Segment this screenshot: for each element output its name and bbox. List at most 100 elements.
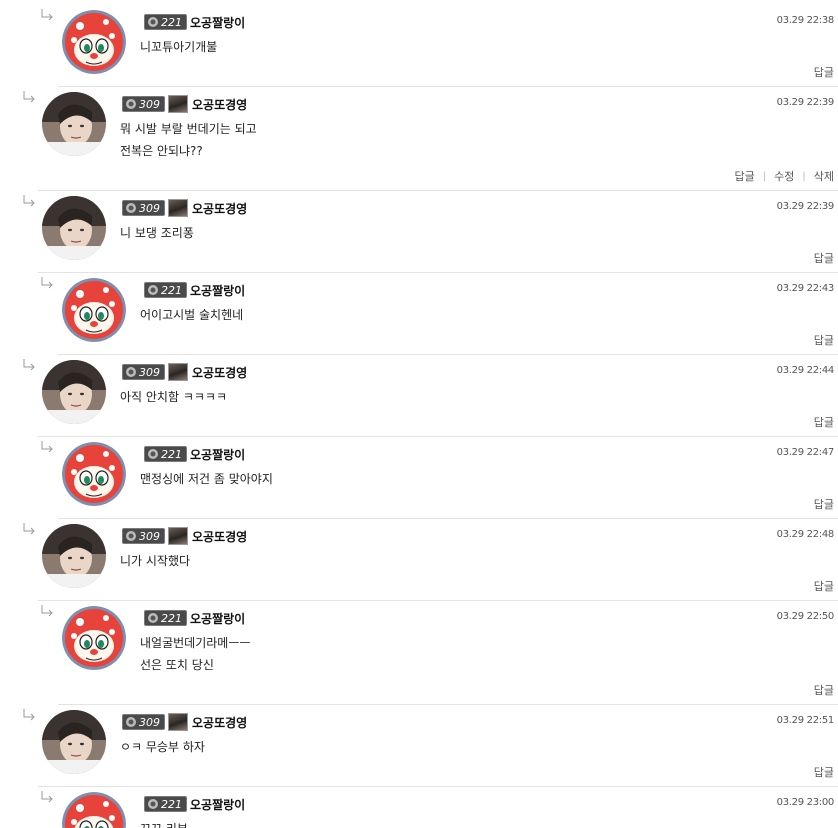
reply-arrow-icon — [22, 195, 36, 207]
nickname[interactable]: 오공짤랑이 — [190, 796, 245, 813]
edit-button[interactable]: 수정 — [774, 168, 794, 184]
reply-button[interactable]: 답글 — [814, 578, 834, 594]
shield-icon — [147, 612, 159, 624]
comment-line: ㅇㅋ 무승부 하자 — [120, 740, 205, 754]
comment-line: 전복은 안되냐?? — [120, 144, 203, 158]
timestamp: 03.29 23:00 — [776, 797, 835, 808]
reply-arrow-icon — [22, 359, 36, 371]
nickname[interactable]: 오공짤랑이 — [190, 14, 245, 31]
reply-button[interactable]: 답글 — [814, 764, 834, 780]
shield-icon — [147, 284, 159, 296]
reply-button[interactable]: 답글 — [814, 414, 834, 430]
comment-meta: 221 오공짤랑이 — [144, 609, 245, 627]
comment-text: 꼬꼬 리부 — [140, 818, 188, 828]
comment-actions: 답글 — [814, 250, 834, 266]
comment-item: 309 오공또경영 03.29 22:51 ㅇㅋ 무승부 하자 답글 — [23, 705, 838, 787]
comment-meta: 221 오공짤랑이 — [144, 445, 245, 463]
comment-text: 니꼬튜아기개불 — [140, 36, 217, 58]
nickname[interactable]: 오공또경영 — [192, 528, 247, 545]
comment-item: 221 오공짤랑이 03.29 22:43 어이고시벌 술치헨네 답글 — [41, 273, 838, 355]
avatar[interactable] — [62, 10, 126, 74]
nickname[interactable]: 오공짤랑이 — [190, 446, 245, 463]
level-badge: 221 — [144, 610, 187, 626]
comment-line: 내얼굴번데기라메ㅡㅡ — [140, 636, 251, 650]
reply-button[interactable]: 답글 — [814, 250, 834, 266]
shield-icon — [125, 530, 137, 542]
comment-text: 아직 안치함 ㅋㅋㅋㅋ — [120, 386, 227, 408]
comment-meta: 309 오공또경영 — [122, 95, 247, 113]
timestamp: 03.29 22:48 — [776, 529, 835, 540]
comment-text: ㅇㅋ 무승부 하자 — [120, 736, 205, 758]
shield-icon — [125, 366, 137, 378]
comment-meta: 221 오공짤랑이 — [144, 13, 245, 31]
user-icon-photo — [168, 713, 188, 731]
timestamp: 03.29 22:50 — [776, 611, 835, 622]
user-icon-photo — [168, 363, 188, 381]
comment-meta: 221 오공짤랑이 — [144, 795, 245, 813]
reply-arrow-icon — [40, 441, 54, 453]
comment-line: 꼬꼬 리부 — [140, 818, 188, 828]
reply-button[interactable]: 답글 — [814, 64, 834, 80]
avatar[interactable] — [62, 792, 126, 828]
avatar[interactable] — [42, 360, 106, 424]
reply-arrow-icon — [40, 791, 54, 803]
avatar[interactable] — [62, 442, 126, 506]
comment-actions: 답글 — [814, 682, 834, 698]
avatar[interactable] — [42, 92, 106, 156]
reply-button[interactable]: 답글 — [814, 682, 834, 698]
shield-icon — [125, 98, 137, 110]
comment-meta: 221 오공짤랑이 — [144, 281, 245, 299]
avatar[interactable] — [42, 710, 106, 774]
avatar[interactable] — [62, 606, 126, 670]
user-icon-photo — [168, 199, 188, 217]
level-badge: 221 — [144, 796, 187, 812]
shield-icon — [147, 448, 159, 460]
reply-arrow-icon — [40, 9, 54, 21]
comment-text: 내얼굴번데기라메ㅡㅡ 선은 또치 당신 — [140, 632, 250, 676]
nickname[interactable]: 오공또경영 — [192, 200, 247, 217]
comment-actions: 답글 — [814, 332, 834, 348]
timestamp: 03.29 22:47 — [776, 447, 835, 458]
user-icon-photo — [168, 95, 188, 113]
comment-item: 221 오공짤랑이 03.29 22:50 내얼굴번데기라메ㅡㅡ 선은 또치 당… — [41, 601, 838, 705]
nickname[interactable]: 오공또경영 — [192, 714, 247, 731]
comment-text: 어이고시벌 술치헨네 — [140, 304, 243, 326]
shield-icon — [125, 202, 137, 214]
comment-item: 309 오공또경영 03.29 22:44 아직 안치함 ㅋㅋㅋㅋ 답글 — [23, 355, 838, 437]
level-badge: 221 — [144, 14, 187, 30]
level-badge: 309 — [122, 714, 165, 730]
reply-button[interactable]: 답글 — [814, 496, 834, 512]
shield-icon — [125, 716, 137, 728]
reply-button[interactable]: 답글 — [814, 332, 834, 348]
nickname[interactable]: 오공또경영 — [192, 96, 247, 113]
reply-arrow-icon — [22, 523, 36, 535]
reply-button[interactable]: 답글 — [735, 168, 755, 184]
avatar[interactable] — [42, 196, 106, 260]
reply-arrow-icon — [40, 605, 54, 617]
level-badge: 221 — [144, 446, 187, 462]
level-badge: 309 — [122, 528, 165, 544]
nickname[interactable]: 오공짤랑이 — [190, 282, 245, 299]
delete-button[interactable]: 삭제 — [814, 168, 834, 184]
comment-actions: 답글 — [814, 578, 834, 594]
comment-actions: 답글 — [814, 64, 834, 80]
comment-item: 221 오공짤랑이 03.29 22:47 맨정싱에 저건 좀 맞아야지 답글 — [41, 437, 838, 519]
comment-item: 309 오공또경영 03.29 22:39 뭐 시발 부랄 번데기는 되고 전복… — [23, 87, 838, 191]
level-badge: 309 — [122, 200, 165, 216]
comment-meta: 309 오공또경영 — [122, 199, 247, 217]
reply-arrow-icon — [22, 709, 36, 721]
separator: | — [762, 170, 767, 182]
avatar[interactable] — [42, 524, 106, 588]
shield-icon — [147, 798, 159, 810]
comment-item: 221 오공짤랑이 03.29 22:38 니꼬튜아기개불 답글 — [41, 5, 838, 87]
nickname[interactable]: 오공또경영 — [192, 364, 247, 381]
comment-line: 니 보댕 조리퐁 — [120, 226, 194, 240]
comment-line: 니꼬튜아기개불 — [140, 40, 218, 54]
comment-item: 309 오공또경영 03.29 22:48 니가 시작했다 답글 — [23, 519, 838, 601]
comment-item: 309 오공또경영 03.29 22:39 니 보댕 조리퐁 답글 — [23, 191, 838, 273]
nickname[interactable]: 오공짤랑이 — [190, 610, 245, 627]
avatar[interactable] — [62, 278, 126, 342]
comment-line: 아직 안치함 ㅋㅋㅋㅋ — [120, 390, 227, 404]
comment-meta: 309 오공또경영 — [122, 527, 247, 545]
comment-line: 뭐 시발 부랄 번데기는 되고 — [120, 122, 257, 136]
